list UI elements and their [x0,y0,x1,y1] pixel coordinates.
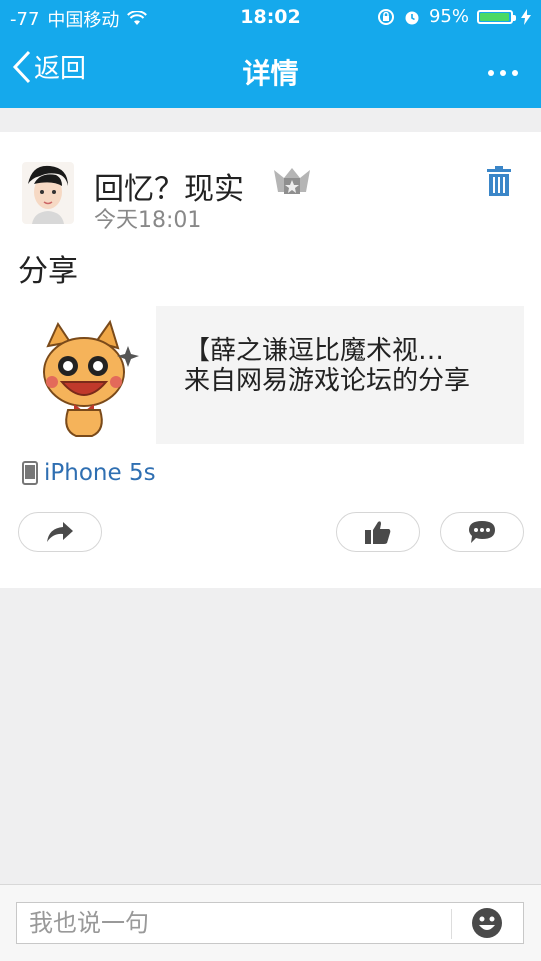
post-time: 今天18:01 [94,208,202,233]
share-thumbnail [18,306,156,444]
post-text: 分享 [18,254,78,289]
battery-percent: 95% [428,6,469,27]
top-bar: -77 中国移动 18:02 95% 返回 详情 [0,0,541,108]
comment-button[interactable] [440,512,524,552]
shared-link-card[interactable]: 【薛之谦逗比魔术视… 来自网易游戏论坛的分享 [18,306,524,444]
charging-bolt-icon [521,8,531,25]
more-button[interactable] [487,52,519,85]
like-button[interactable] [336,512,420,552]
share-description: 来自网易游戏论坛的分享 [184,366,471,396]
share-arrow-icon [47,522,73,542]
thumbs-up-icon [365,521,391,544]
comment-bubble-icon [469,521,495,543]
forward-button[interactable] [18,512,102,552]
smiley-icon [472,908,502,938]
rank-badge-icon [272,168,312,202]
battery-icon [477,9,516,24]
device-name[interactable]: iPhone 5s [44,460,156,486]
phone-icon [22,461,38,485]
rotation-lock-icon [377,8,394,25]
avatar[interactable] [22,162,74,224]
comment-input[interactable] [17,903,447,943]
comment-bar [0,884,541,961]
post-card: 回忆？现实 今天18:01 分享 【薛之谦逗比魔术视… 来自网易游戏论坛的分享 … [0,132,541,588]
page-title: 详情 [242,57,299,90]
navigation-bar: 返回 详情 [0,34,541,108]
emoji-button[interactable] [471,907,503,939]
trash-icon [487,166,511,196]
device-source: iPhone 5s [22,460,156,486]
input-divider [451,909,452,939]
ellipsis-icon [488,70,518,76]
delete-button[interactable] [487,166,511,200]
comment-input-wrapper [16,902,524,944]
alarm-icon [405,11,419,24]
share-title: 【薛之谦逗比魔术视… [184,336,445,366]
status-bar: -77 中国移动 18:02 95% [0,0,541,34]
